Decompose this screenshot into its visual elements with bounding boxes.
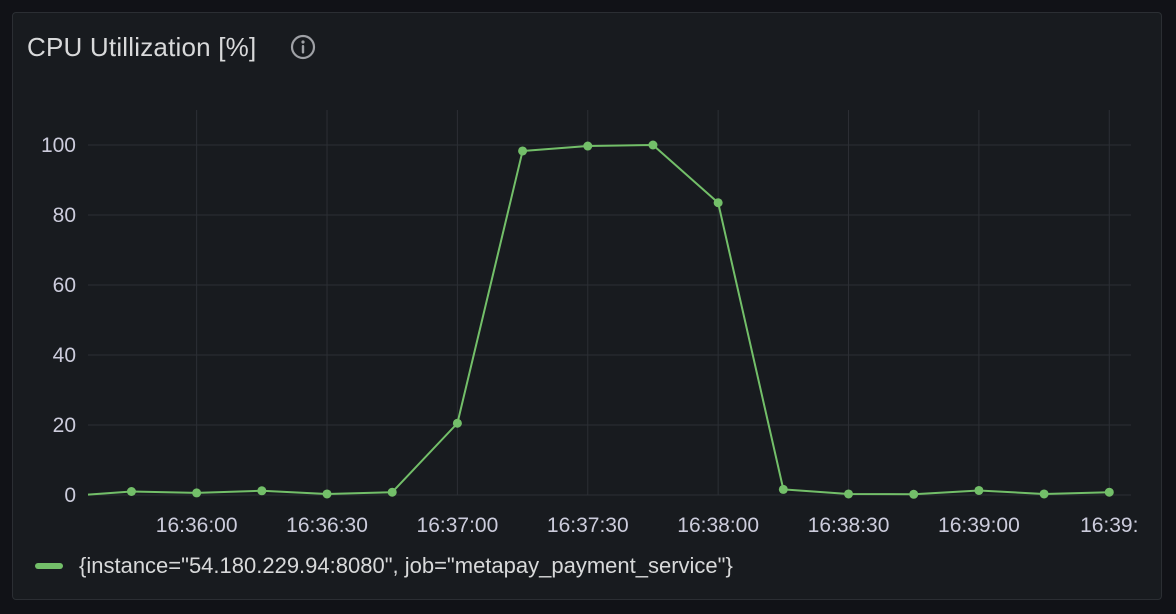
x-tick-label: 16:36:30: [286, 514, 368, 537]
y-tick-label: 100: [41, 134, 76, 157]
data-point: [257, 486, 267, 496]
data-point: [387, 487, 397, 497]
data-point: [648, 140, 658, 150]
data-point: [909, 489, 919, 499]
legend-label: {instance="54.180.229.94:8080", job="met…: [79, 553, 733, 578]
y-tick-label: 0: [64, 484, 76, 507]
x-tick-label: 16:39:: [1080, 514, 1138, 537]
data-point: [518, 146, 528, 156]
data-point: [1039, 489, 1049, 499]
y-tick-label: 40: [53, 344, 76, 367]
data-point: [126, 487, 136, 496]
line-chart[interactable]: 0 20 40 60 80 100 16:36:00 16:36:30 16:37:00 16:3…: [13, 13, 1163, 601]
x-tick-label: 16:38:30: [808, 514, 890, 537]
data-point: [322, 489, 332, 499]
data-point: [713, 198, 723, 208]
y-tick-label: 20: [53, 414, 76, 437]
data-point: [974, 485, 984, 495]
legend-swatch: [35, 563, 63, 569]
y-tick-label: 60: [53, 274, 76, 297]
x-tick-label: 16:36:00: [156, 514, 238, 537]
data-point: [778, 484, 788, 494]
x-tick-label: 16:37:00: [417, 514, 499, 537]
x-tick-label: 16:39:00: [938, 514, 1020, 537]
data-point: [452, 418, 462, 428]
data-point: [844, 489, 854, 499]
data-point: [1104, 487, 1114, 497]
chart-panel: CPU Utillization [%] 0 20 40 60 80 100 16:36:0…: [12, 12, 1162, 600]
y-tick-label: 80: [53, 204, 76, 227]
legend-item[interactable]: {instance="54.180.229.94:8080", job="met…: [35, 553, 733, 579]
data-point: [192, 488, 202, 498]
x-tick-label: 16:37:30: [547, 514, 629, 537]
data-point: [583, 141, 593, 151]
series-line: [87, 144, 1110, 496]
x-tick-label: 16:38:00: [677, 514, 759, 537]
